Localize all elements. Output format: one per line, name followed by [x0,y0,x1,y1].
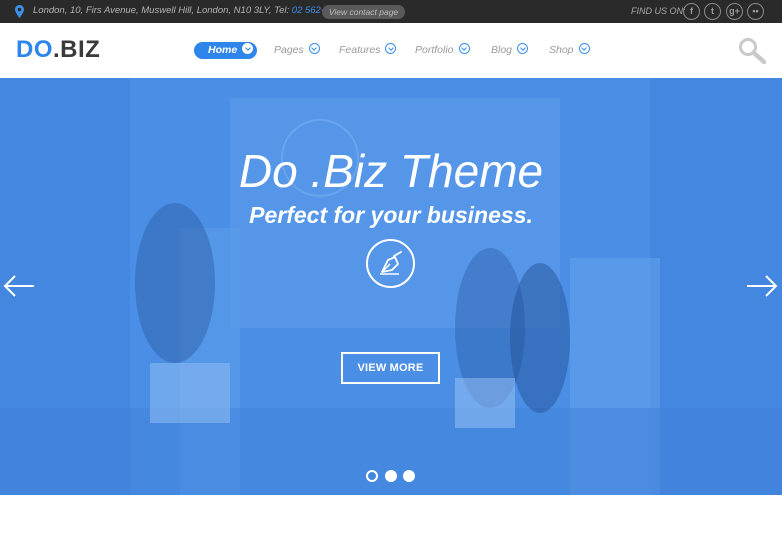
google-plus-icon[interactable]: g+ [726,3,743,20]
chevron-down-icon [578,43,590,54]
nav-item-portfolio[interactable]: Portfolio [415,42,470,59]
chevron-down-icon [517,43,529,54]
view-more-button[interactable]: VIEW MORE [341,352,440,384]
chevron-down-icon [385,43,397,54]
location-pin-icon [15,5,24,18]
find-us-label: FIND US ON: [631,6,686,16]
slider-dot-1[interactable] [366,470,378,482]
hero-subtitle: Perfect for your business. [249,202,533,228]
chevron-down-icon [242,43,254,54]
site-logo[interactable]: DO.BIZ [16,37,100,63]
nav-item-home[interactable]: Home [194,42,258,59]
pen-nib-icon [366,239,415,288]
chevron-down-icon [308,43,320,54]
site-header: DO.BIZ Home Pages Features Portfolio Blo… [0,23,782,78]
nav-item-pages[interactable]: Pages [274,42,320,59]
chevron-down-icon [458,43,470,54]
search-icon[interactable] [738,37,766,65]
slider-dot-3[interactable] [403,470,415,482]
address-text: London, 10, Firs Avenue, Muswell Hill, L… [33,5,340,16]
twitter-icon[interactable]: t [704,3,721,20]
facebook-icon[interactable]: f [683,3,700,20]
nav-item-shop[interactable]: Shop [549,42,590,59]
flickr-icon[interactable]: •• [747,3,764,20]
hero-title: Do .Biz Theme [238,145,544,197]
arrow-left-icon[interactable] [3,270,35,302]
hero-slider: Do .Biz Theme Perfect for your business.… [0,78,782,495]
view-contact-button[interactable]: View contact page [322,5,405,19]
nav-item-features[interactable]: Features [339,42,397,59]
top-info-bar: London, 10, Firs Avenue, Muswell Hill, L… [0,0,782,23]
arrow-right-icon[interactable] [746,270,778,302]
slider-dot-2[interactable] [385,470,397,482]
nav-item-blog[interactable]: Blog [491,42,529,59]
